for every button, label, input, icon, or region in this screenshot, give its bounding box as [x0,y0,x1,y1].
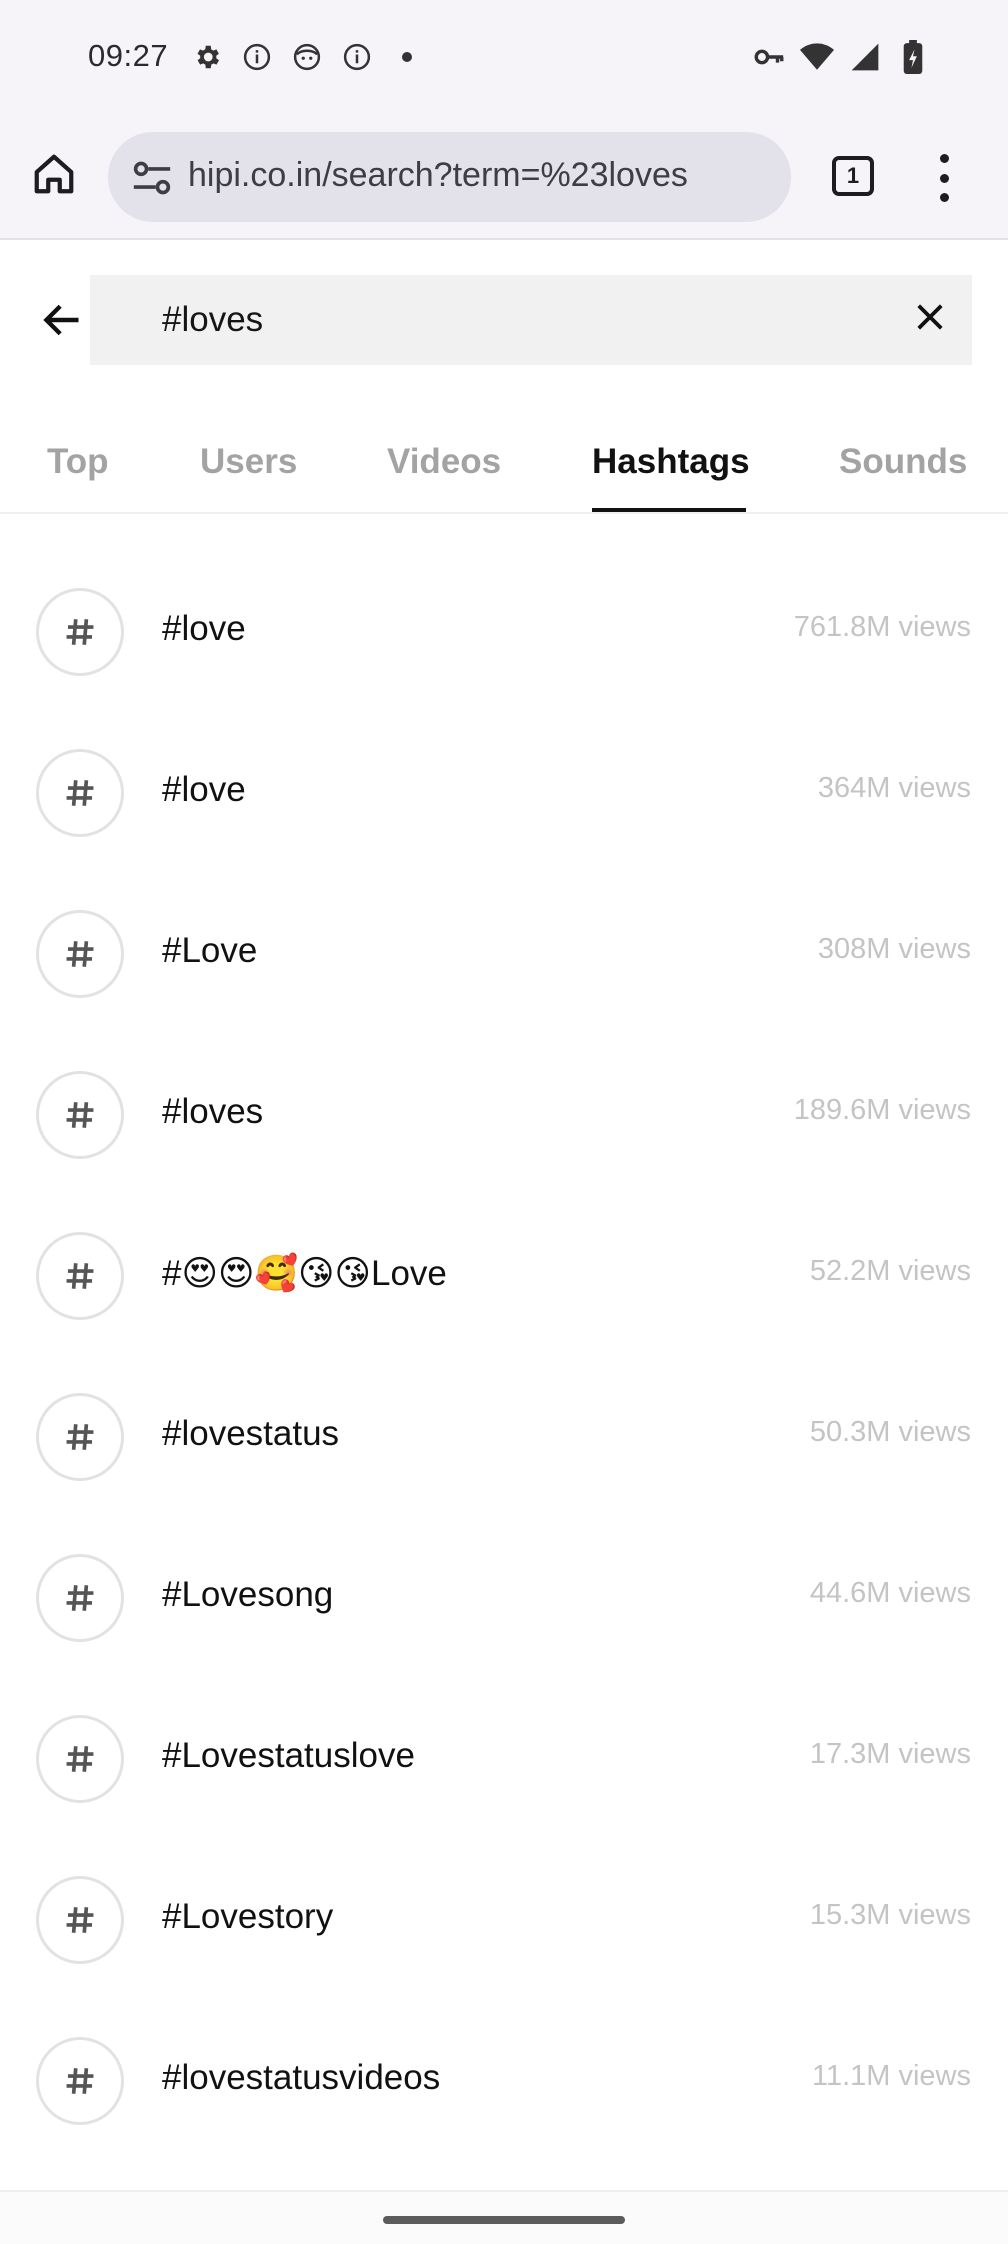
search-box[interactable] [90,275,972,365]
hashtag-name: #Lovesong [162,1575,334,1614]
menu-dot-icon [939,193,949,202]
dot-icon [390,40,424,74]
info-icon [340,40,374,74]
status-left-icons [190,40,440,74]
hashtag-views: 189.6M views [793,1094,971,1126]
signal-icon [848,40,882,74]
hashtag-views: 15.3M views [809,1899,971,1931]
more-menu-button[interactable] [928,154,960,202]
hashtag-name: #Lovestory [162,1897,334,1936]
tab-videos[interactable]: Videos [387,442,501,482]
battery-icon [896,40,930,74]
system-nav-bar [0,2190,1008,2244]
hashtag-icon [36,1876,124,1964]
hashtag-views: 11.1M views [811,2060,971,2092]
address-bar[interactable]: hipi.co.in/search?term=%23loves [108,132,791,222]
clear-search-button[interactable] [910,297,950,337]
tab-top[interactable]: Top [47,442,109,482]
back-arrow-icon [43,304,79,336]
hashtag-row[interactable]: #lovestatus 50.3M views [0,1355,1008,1516]
hashtag-views: 52.2M views [809,1255,971,1287]
key-icon [752,40,786,74]
back-button[interactable] [38,296,86,344]
settings-icon [190,40,224,74]
hashtag-row[interactable]: #Lovesong 44.6M views [0,1516,1008,1677]
hashtag-name: #lovestatusvideos [162,2058,441,2097]
face-icon [290,40,324,74]
hashtag-icon [36,1071,124,1159]
hashtag-icon [36,910,124,998]
hashtag-views: 50.3M views [809,1416,971,1448]
hashtag-icon [36,1232,124,1320]
site-settings-icon[interactable] [130,158,174,198]
hashtag-row[interactable]: #Love 308M views [0,872,1008,1033]
hashtag-row[interactable]: #love 761.8M views [0,550,1008,711]
status-time: 09:27 [88,38,169,73]
hashtag-row[interactable]: #Lovestatuslove 17.3M views [0,1677,1008,1838]
hashtag-name: #😍😍🥰😘😘Love [162,1254,447,1293]
hashtag-icon [36,1715,124,1803]
tab-sounds[interactable]: Sounds [839,442,967,482]
hashtag-views: 308M views [817,933,971,965]
menu-dot-icon [939,154,949,163]
hashtag-row[interactable]: #😍😍🥰😘😘Love 52.2M views [0,1194,1008,1355]
browser-toolbar: hipi.co.in/search?term=%23loves 1 [0,116,1008,240]
hashtag-row[interactable]: #loves 189.6M views [0,1033,1008,1194]
hashtag-icon [36,749,124,837]
hashtag-name: #lovestatus [162,1414,340,1453]
wifi-icon [800,40,834,74]
close-icon [917,304,943,330]
tab-users[interactable]: Users [200,442,297,482]
status-right-icons [738,40,930,74]
home-button[interactable] [28,148,80,200]
home-icon [34,154,74,194]
hashtag-row[interactable]: #love 364M views [0,711,1008,872]
hashtag-views: 761.8M views [793,611,971,643]
hashtag-name: #love [162,770,246,809]
hashtag-views: 17.3M views [809,1738,971,1770]
info-icon [240,40,274,74]
hashtag-row[interactable]: #lovestatusvideos 11.1M views [0,1999,1008,2160]
hashtag-name: #love [162,609,246,648]
hashtag-name: #loves [162,1092,264,1131]
home-gesture-handle[interactable] [383,2216,625,2224]
status-bar: 09:27 [0,0,1008,116]
hashtag-row[interactable]: #Lovestory 15.3M views [0,1838,1008,1999]
hashtag-icon [36,1393,124,1481]
tab-switcher-button[interactable]: 1 [832,156,874,196]
hashtag-icon [36,588,124,676]
tab-hashtags[interactable]: Hashtags [592,442,750,482]
active-tab-indicator [592,508,746,512]
hashtag-name: #Love [162,931,258,970]
hashtag-icon [36,2037,124,2125]
hashtag-icon [36,1554,124,1642]
menu-dot-icon [939,173,949,183]
hashtag-views: 44.6M views [809,1577,971,1609]
hashtag-name: #Lovestatuslove [162,1736,415,1775]
results-tabs: Top Users Videos Hashtags Sounds [0,420,1008,514]
url-text[interactable]: hipi.co.in/search?term=%23loves [188,156,688,195]
search-input[interactable] [162,300,862,340]
hashtag-views: 364M views [817,772,971,804]
